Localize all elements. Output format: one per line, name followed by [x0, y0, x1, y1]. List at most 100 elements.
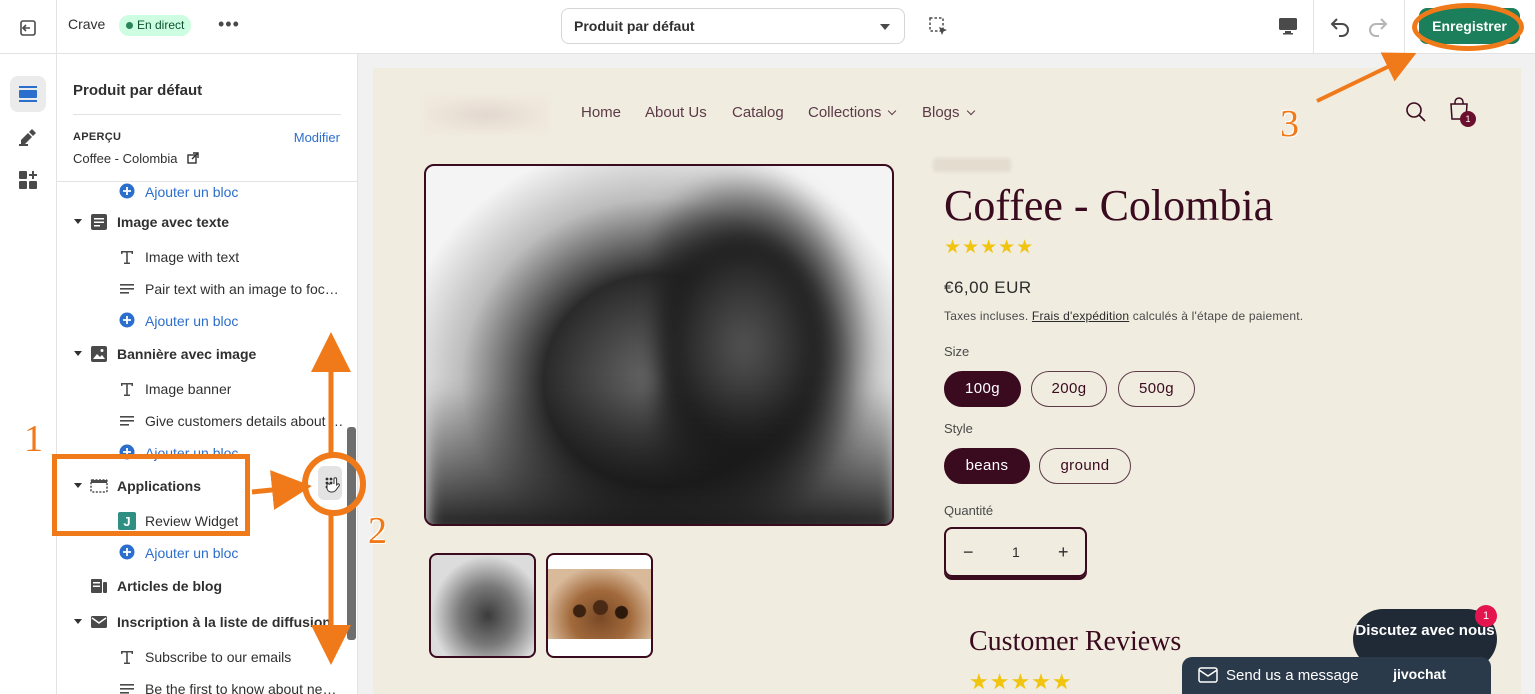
template-select-value: Produit par défaut [574, 18, 695, 34]
block-row[interactable]: Image with text [57, 243, 347, 271]
product-thumbnail[interactable] [429, 553, 536, 658]
paragraph-icon [118, 412, 136, 430]
tax-note: Taxes incluses. Frais d'expédition calcu… [944, 309, 1303, 323]
redo-icon [1369, 18, 1388, 37]
block-row[interactable]: Give customers details about … [57, 407, 347, 435]
nav-home[interactable]: Home [581, 104, 621, 121]
chat-bar[interactable]: Send us a message jivochat [1182, 657, 1491, 694]
annotation-ellipse-save [1412, 3, 1524, 51]
search-icon[interactable] [1405, 101, 1427, 123]
paragraph-icon [118, 680, 136, 694]
chevron-down-icon[interactable] [74, 219, 82, 224]
quantity-increase-button[interactable]: + [1058, 542, 1069, 563]
divider [56, 0, 57, 54]
nav-catalog[interactable]: Catalog [732, 104, 784, 121]
template-select[interactable]: Produit par défaut [561, 8, 905, 44]
tax-prefix: Taxes incluses. [944, 309, 1029, 323]
block-row[interactable]: Be the first to know about new… [57, 675, 347, 694]
quantity-decrease-button[interactable]: − [963, 542, 974, 563]
preview-label: APERÇU [73, 131, 122, 143]
nav-about-us[interactable]: About Us [645, 104, 707, 121]
tree-row-label: Give customers details about … [145, 413, 344, 429]
size-label: Size [944, 344, 970, 359]
preview-product[interactable]: Coffee - Colombia [73, 151, 199, 166]
undo-icon [1330, 18, 1349, 37]
section-row[interactable]: Inscription à la liste de diffusion [57, 608, 347, 636]
rail-apps-button[interactable] [10, 162, 46, 198]
nav-blogs[interactable]: Blogs [922, 104, 975, 121]
chevron-down-icon [888, 106, 897, 116]
coffee-beans-image [548, 569, 651, 639]
add-block-button[interactable]: Ajouter un bloc [57, 539, 347, 567]
tree-row-label: Image avec texte [117, 214, 230, 230]
shipping-link[interactable]: Frais d'expédition [1032, 309, 1129, 323]
chevron-down-icon[interactable] [74, 619, 82, 624]
size-option-500g[interactable]: 500g [1118, 371, 1195, 407]
quantity-label: Quantité [944, 503, 994, 518]
style-option-beans[interactable]: beans [944, 448, 1030, 484]
text-icon [118, 380, 136, 398]
product-main-image[interactable] [424, 164, 894, 526]
style-option-ground[interactable]: ground [1039, 448, 1131, 484]
divider [1404, 0, 1405, 54]
style-label: Style [944, 421, 973, 436]
add-block-button[interactable]: Ajouter un bloc [57, 307, 347, 335]
exit-button[interactable] [14, 14, 42, 42]
annotation-box-applications [52, 454, 250, 536]
store-preview: Home About Us Catalog Collections Blogs … [373, 68, 1521, 694]
undo-button[interactable] [1328, 14, 1352, 38]
email-icon [90, 613, 108, 631]
live-status-badge: En direct [119, 15, 192, 36]
preview-product-name: Coffee - Colombia [73, 151, 178, 166]
section-row[interactable]: Image avec texte [57, 208, 347, 236]
quantity-stepper: − 1 + [944, 527, 1087, 577]
add-block-button[interactable]: Ajouter un bloc [57, 178, 347, 206]
tree-row-label: Ajouter un bloc [145, 313, 239, 329]
inspector-button[interactable] [928, 16, 950, 38]
chat-bar-text: Send us a message [1226, 667, 1359, 684]
cart-count-badge: 1 [1460, 111, 1476, 127]
desktop-preview-button[interactable] [1276, 14, 1300, 38]
sidebar: Produit par défaut APERÇU Modifier Coffe… [57, 54, 358, 694]
block-row[interactable]: Image banner [57, 375, 347, 403]
left-rail [0, 54, 57, 694]
nav-collections[interactable]: Collections [808, 104, 897, 121]
apps-grid-icon [19, 171, 37, 189]
rail-theme-settings-button[interactable] [10, 118, 46, 154]
rail-sections-button[interactable] [10, 76, 46, 112]
tree-row-label: Pair text with an image to focu… [145, 281, 345, 297]
block-row[interactable]: Pair text with an image to focu… [57, 275, 347, 303]
product-rating-stars: ★★★★★ [944, 237, 1035, 258]
size-option-200g[interactable]: 200g [1031, 371, 1107, 407]
text-icon [118, 648, 136, 666]
chevron-down-icon[interactable] [74, 351, 82, 356]
reviews-title: Customer Reviews [969, 626, 1182, 657]
modify-preview-link[interactable]: Modifier [294, 130, 340, 145]
envelope-icon [1198, 667, 1218, 683]
section-row[interactable]: Bannière avec image [57, 340, 347, 368]
product-thumbnail[interactable] [546, 553, 653, 658]
section-row[interactable]: Articles de blog [57, 572, 347, 600]
size-option-100g[interactable]: 100g [944, 371, 1021, 407]
chevron-down-icon [880, 24, 890, 30]
tree-row-label: Subscribe to our emails [145, 649, 292, 665]
redo-button[interactable] [1366, 14, 1390, 38]
chat-brand: jivochat [1393, 666, 1446, 682]
block-row[interactable]: Subscribe to our emails [57, 643, 347, 671]
annotation-number-1: 1 [24, 418, 43, 460]
nav-blogs-label: Blogs [922, 104, 960, 121]
exit-icon [20, 20, 36, 36]
sections-icon [19, 86, 37, 102]
tree-row-label: Bannière avec image [117, 346, 257, 362]
plus-circle-icon [119, 312, 137, 330]
chevron-down-icon [966, 106, 975, 116]
select-cursor-icon [929, 17, 947, 35]
annotation-number-2: 2 [368, 510, 387, 552]
drag-handle[interactable] [318, 466, 342, 500]
annotation-circle-drag-handle [302, 452, 366, 516]
quantity-value[interactable]: 1 [1012, 544, 1020, 560]
store-logo[interactable] [423, 96, 549, 134]
product-price: €6,00 EUR [944, 278, 1032, 297]
more-actions-button[interactable]: ••• [218, 14, 240, 35]
tree-row-label: Inscription à la liste de diffusion [117, 614, 331, 630]
